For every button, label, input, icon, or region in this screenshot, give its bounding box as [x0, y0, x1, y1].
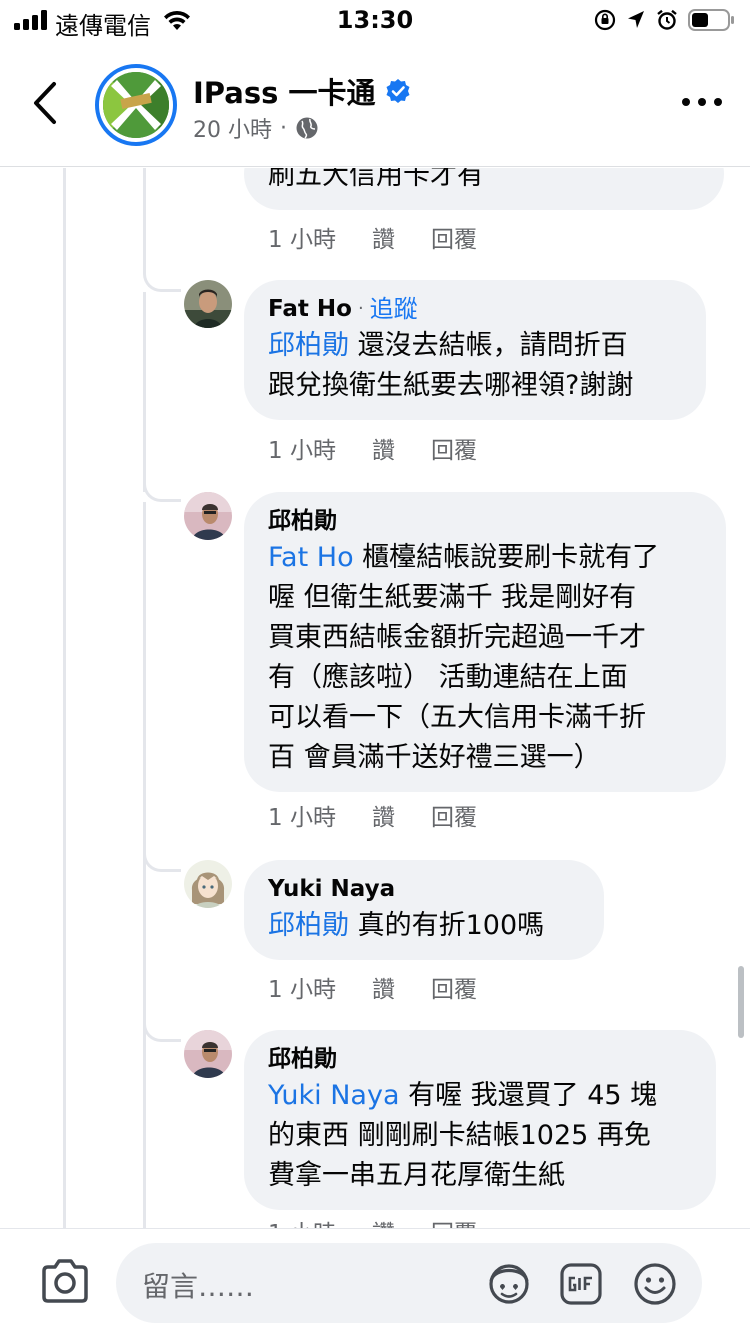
comment-author[interactable]: 邱柏勛: [268, 1042, 337, 1076]
comment-time[interactable]: 1 小時: [268, 970, 336, 1004]
reply-thread-line: [143, 168, 146, 268]
avatar-yuki-naya: [184, 860, 232, 908]
like-button[interactable]: 讚: [372, 431, 395, 465]
comment-text: 櫃檯結帳說要刷卡就有了: [353, 542, 660, 573]
reply-thread-line: [143, 292, 146, 492]
reply-button[interactable]: 回覆: [431, 220, 477, 254]
comment-bubble[interactable]: 刷五大信用卡才有: [244, 168, 724, 210]
reply-connector: [143, 268, 181, 292]
mention-link[interactable]: Fat Ho: [268, 542, 354, 573]
page-avatar[interactable]: [95, 64, 177, 146]
avatar-chiu: [184, 492, 232, 540]
avatar-sticker-icon[interactable]: [486, 1261, 532, 1307]
avatar[interactable]: [184, 280, 232, 328]
thread-line: [63, 168, 66, 1228]
comment-composer: 留言……: [0, 1228, 750, 1334]
comment-time[interactable]: 1 小時: [268, 1214, 336, 1228]
comment-text: 可以看一下（五大信用卡滿千折: [268, 702, 646, 733]
avatar-fat-ho: [184, 280, 232, 328]
follow-separator: ·: [357, 298, 364, 319]
avatar[interactable]: [184, 1030, 232, 1078]
mention-link[interactable]: 邱柏勛: [268, 910, 349, 941]
reply-button[interactable]: 回覆: [431, 431, 477, 465]
post-time[interactable]: 20 小時: [193, 112, 272, 144]
comment-text: 買東西結帳金額折完超過一千才: [268, 622, 646, 653]
reply-connector: [143, 848, 181, 872]
comment-bubble[interactable]: 邱柏勛 Yuki Naya 有喔 我還買了 45 塊 的東西 剛剛刷卡結帳102…: [244, 1030, 716, 1210]
location-arrow-icon: [628, 11, 644, 28]
comments-list: 刷五大信用卡才有 1 小時 讚 回覆 Fat Ho · 追蹤 邱柏勛 還沒去結帳…: [0, 168, 750, 1228]
camera-icon[interactable]: [40, 1259, 90, 1305]
post-meta: 20 小時 ·: [193, 112, 319, 144]
comment-text: 喔 但衛生紙要滿千 我是剛好有: [268, 582, 637, 613]
avatar-chiu: [184, 1030, 232, 1078]
comment-text: 有（應該啦） 活動連結在上面: [268, 662, 628, 693]
reply-button[interactable]: 回覆: [431, 1214, 477, 1228]
comment-text: 的東西 剛剛刷卡結帳1025 再免: [268, 1120, 651, 1151]
reply-button[interactable]: 回覆: [431, 798, 477, 832]
reply-connector: [143, 478, 181, 502]
emoji-icon[interactable]: [632, 1261, 678, 1307]
alarm-icon: [657, 9, 677, 30]
reply-button[interactable]: 回覆: [431, 970, 477, 1004]
comment-text: 還沒去結帳，請問折百: [349, 330, 628, 361]
comment-text: 真的有折100嗎: [349, 910, 545, 941]
like-button[interactable]: 讚: [372, 970, 395, 1004]
like-button[interactable]: 讚: [372, 798, 395, 832]
comment-author[interactable]: Fat Ho: [268, 292, 352, 326]
comment-placeholder: 留言……: [142, 1270, 255, 1303]
comment-bubble[interactable]: Fat Ho · 追蹤 邱柏勛 還沒去結帳，請問折百 跟兌換衛生紙要去哪裡領?謝…: [244, 280, 706, 420]
back-icon[interactable]: [28, 80, 64, 126]
avatar[interactable]: [184, 860, 232, 908]
reply-thread-line: [143, 872, 146, 1042]
comment-text: 費拿一串五月花厚衛生紙: [268, 1160, 565, 1191]
like-button[interactable]: 讚: [372, 1214, 395, 1228]
post-header: IPass 一卡通 20 小時 ·: [0, 40, 750, 167]
globe-icon: [296, 117, 318, 139]
meta-separator: ·: [280, 115, 287, 141]
orientation-lock-icon: [594, 9, 616, 31]
comment-bubble[interactable]: 邱柏勛 Fat Ho 櫃檯結帳說要刷卡就有了 喔 但衛生紙要滿千 我是剛好有 買…: [244, 492, 726, 792]
comment-bubble[interactable]: Yuki Naya 邱柏勛 真的有折100嗎: [244, 860, 604, 960]
gif-icon[interactable]: [558, 1261, 604, 1307]
comment-actions: 1 小時 讚 回覆: [268, 220, 477, 254]
reply-connector: [143, 1018, 181, 1042]
like-button[interactable]: 讚: [372, 220, 395, 254]
status-bar: 遠傳電信 13:30: [0, 0, 750, 40]
avatar[interactable]: [184, 492, 232, 540]
reply-thread-line: [143, 1042, 146, 1228]
reply-thread-line: [143, 502, 146, 872]
page-name-label[interactable]: IPass 一卡通: [193, 70, 375, 112]
comment-input[interactable]: 留言……: [116, 1243, 702, 1323]
ipass-logo-icon: [103, 72, 169, 138]
comment-author[interactable]: Yuki Naya: [268, 872, 395, 906]
comment-text: 跟兌換衛生紙要去哪裡領?謝謝: [268, 370, 634, 401]
comment-actions: 1 小時 讚 回覆: [268, 798, 477, 832]
scrollbar[interactable]: [738, 966, 744, 1038]
comment-time[interactable]: 1 小時: [268, 798, 336, 832]
battery-icon: [688, 9, 734, 31]
more-options-icon[interactable]: [682, 94, 722, 110]
comment-text: 刷五大信用卡才有: [268, 168, 484, 191]
mention-link[interactable]: Yuki Naya: [268, 1080, 400, 1111]
comment-time[interactable]: 1 小時: [268, 220, 336, 254]
follow-button[interactable]: 追蹤: [370, 292, 418, 326]
page-name[interactable]: IPass 一卡通: [193, 70, 411, 112]
mention-link[interactable]: 邱柏勛: [268, 330, 349, 361]
comment-text: 有喔 我還買了 45 塊: [399, 1080, 658, 1111]
comment-actions: 1 小時 讚 回覆: [268, 1214, 477, 1228]
comment-author[interactable]: 邱柏勛: [268, 504, 337, 538]
comment-time[interactable]: 1 小時: [268, 431, 336, 465]
comment-actions: 1 小時 讚 回覆: [268, 970, 477, 1004]
comment-actions: 1 小時 讚 回覆: [268, 431, 477, 465]
status-icons: [594, 8, 736, 32]
comment-text: 百 會員滿千送好禮三選一）: [268, 742, 601, 773]
verified-badge-icon: [386, 79, 410, 103]
